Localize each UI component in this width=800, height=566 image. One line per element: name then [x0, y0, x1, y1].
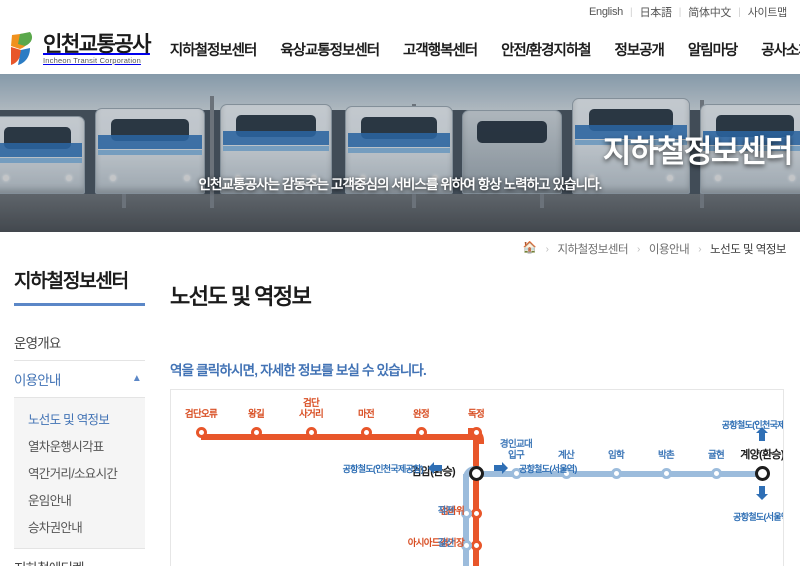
station-asiad-stadium-label: 아시아드경기장	[407, 538, 465, 550]
nav-information-disclosure[interactable]: 정보공개	[603, 39, 676, 60]
station-imhak-label: 임학	[607, 450, 625, 462]
line1-horizontal-track	[201, 433, 476, 440]
station-wanggil[interactable]	[250, 426, 262, 438]
station-gulhyeon[interactable]	[710, 467, 722, 479]
link-airport-railroad-seoul-station-down-label[interactable]: 공항철도(서울역)	[733, 510, 783, 523]
sidebar-item-subway-etiquette[interactable]: 지하철에티켓	[14, 549, 145, 566]
station-gyesan-label: 계산	[557, 450, 575, 462]
sidebar: 지하철정보센터 운영개요 이용안내 ▲ 노선도 및 역정보 열차운행시각표 역간…	[0, 258, 155, 566]
station-wanggil-label: 왕길	[247, 409, 265, 421]
sidebar-subitem-ticket-guide[interactable]: 승차권안내	[14, 513, 145, 540]
sidebar-item-usage-guide[interactable]: 이용안내 ▲	[14, 361, 145, 398]
chevron-up-icon: ▲	[131, 373, 142, 384]
link-airport-railroad-seoul-station-down-arrow-icon	[755, 485, 769, 501]
site-logo[interactable]: 인천교통공사 Incheon Transit Corporation	[0, 32, 151, 66]
sidebar-title-rule	[14, 303, 145, 306]
subway-route-map[interactable]: 검단오류왕길검단사거리마전완정독정검암(환승)검바위아시아드경기장서구청가정가정…	[170, 389, 784, 566]
main-content: 노선도 및 역정보 역을 클릭하시면, 자세한 정보를 보실 수 있습니다. 검…	[168, 258, 800, 566]
station-gyeyang-transfer-label: 계양(환승)	[740, 449, 784, 462]
nav-notice-board[interactable]: 알림마당	[676, 39, 749, 60]
site-header: 인천교통공사 Incheon Transit Corporation 지하철정보…	[0, 24, 800, 74]
link-airport-railroad-seoul-station-right-arrow-icon	[493, 461, 509, 475]
logo-text: 인천교통공사 Incheon Transit Corporation	[43, 32, 151, 65]
page-title: 노선도 및 역정보	[170, 283, 312, 309]
breadcrumb-item-current: 노선도 및 역정보	[710, 244, 786, 256]
station-dokjeong-label: 독정	[467, 409, 485, 421]
nav-road-traffic-info-center[interactable]: 육상교통정보센터	[268, 39, 391, 60]
breadcrumb-separator: ›	[637, 243, 640, 255]
logo-english-name: Incheon Transit Corporation	[43, 55, 141, 65]
sidebar-subitem-train-timetable[interactable]: 열차운행시각표	[14, 432, 145, 459]
nav-subway-info-center[interactable]: 지하철정보센터	[158, 39, 268, 60]
sidebar-item-label: 운영개요	[14, 336, 61, 351]
logo-mark-icon	[8, 32, 38, 66]
station-geomdan-oryu[interactable]	[195, 426, 207, 438]
lang-japanese[interactable]: 日本語	[633, 4, 679, 20]
station-wanjeong[interactable]	[415, 426, 427, 438]
sidebar-submenu: 노선도 및 역정보 열차운행시각표 역간거리/소요시간 운임안내 승차권안내	[14, 398, 145, 549]
nav-customer-happiness-center[interactable]: 고객행복센터	[391, 39, 489, 60]
sidebar-subitem-route-map-station-info[interactable]: 노선도 및 역정보	[14, 405, 145, 432]
station-jakjeon-label: 작전	[437, 506, 455, 518]
station-geomdan-sageori[interactable]	[305, 426, 317, 438]
hero-banner: 지하철정보센터 인천교통공사는 감동주는 고객중심의 서비스를 위하여 항상 노…	[0, 74, 800, 232]
station-geomdan-sageori-label: 검단 사거리	[298, 398, 324, 421]
utility-bar: English | 日本語 | 简体中文 | 사이트맵	[0, 0, 800, 24]
station-galsan-label: 갈산	[437, 538, 455, 550]
station-majeon[interactable]	[360, 426, 372, 438]
line2-vertical-track	[463, 474, 469, 566]
station-dokjeong[interactable]	[470, 426, 482, 438]
station-imhak[interactable]	[610, 467, 622, 479]
sidebar-item-label: 이용안내	[14, 373, 61, 388]
sitemap[interactable]: 사이트맵	[741, 4, 794, 20]
link-airport-railroad-incheon-airport-up-label[interactable]: 공항철도(인천국제공항)	[722, 418, 783, 431]
hero-title: 지하철정보센터	[602, 134, 794, 169]
lang-english[interactable]: English	[582, 6, 630, 18]
station-gulhyeon-label: 귤현	[707, 450, 725, 462]
sidebar-item-label: 지하철에티켓	[14, 557, 85, 566]
sidebar-subitem-fare-guide[interactable]: 운임안내	[14, 486, 145, 513]
station-asiad-stadium[interactable]	[470, 539, 482, 551]
link-airport-railroad-incheon-airport-left-label[interactable]: 공항철도(인천국제공항)	[343, 462, 424, 475]
station-gyeongin-univ-entrance-label: 경인교대 입구	[499, 439, 533, 462]
breadcrumb-item-1[interactable]: 이용안내	[649, 241, 690, 257]
station-geomam-transfer[interactable]	[468, 465, 484, 481]
station-gyeyang-transfer[interactable]	[754, 465, 770, 481]
sidebar-title: 지하철정보센터	[14, 271, 129, 292]
station-bakchon-label: 박촌	[657, 450, 675, 462]
station-bakchon[interactable]	[660, 467, 672, 479]
link-airport-railroad-incheon-airport-left-arrow-icon	[427, 461, 443, 475]
hero-subtitle-wrap: 인천교통공사는 감동주는 고객중심의 서비스를 위하여 항상 노력하고 있습니다…	[0, 173, 800, 194]
breadcrumb-separator: ›	[698, 243, 702, 255]
nav-safety-environment-subway[interactable]: 안전/환경지하철	[489, 39, 602, 60]
sidebar-subitem-distance-time[interactable]: 역간거리/소요시간	[14, 459, 145, 486]
global-navigation: 지하철정보센터 육상교통정보센터 고객행복센터 안전/환경지하철 정보공개 알림…	[158, 39, 800, 60]
logo-korean-name: 인천교통공사	[43, 32, 151, 56]
sidebar-menu: 운영개요 이용안내 ▲ 노선도 및 역정보 열차운행시각표 역간거리/소요시간 …	[0, 324, 155, 566]
home-icon[interactable]: 🏠	[523, 243, 537, 255]
lang-chinese[interactable]: 简体中文	[681, 4, 738, 20]
sidebar-item-operation-overview[interactable]: 운영개요	[14, 324, 145, 361]
hero-subtitle: 인천교통공사는 감동주는 고객중심의 서비스를 위하여 항상 노력하고 있습니다…	[198, 177, 603, 192]
station-geombawi[interactable]	[470, 507, 482, 519]
page-root: English | 日本語 | 简体中文 | 사이트맵 인천교통공사 Inche…	[0, 0, 800, 566]
breadcrumb: 🏠 › 지하철정보센터 › 이용안내 › 노선도 및 역정보	[523, 238, 787, 260]
breadcrumb-separator: ›	[545, 243, 549, 255]
content-area: 지하철정보센터 운영개요 이용안내 ▲ 노선도 및 역정보 열차운행시각표 역간…	[0, 258, 800, 566]
nav-about-corporation[interactable]: 공사소개	[749, 39, 800, 60]
notice-text: 역을 클릭하시면, 자세한 정보를 보실 수 있습니다.	[170, 363, 427, 379]
station-geomdan-oryu-label: 검단오류	[184, 409, 218, 421]
station-majeon-label: 마전	[357, 409, 375, 421]
station-wanjeong-label: 완정	[412, 409, 430, 421]
breadcrumb-item-0[interactable]: 지하철정보센터	[557, 241, 628, 257]
link-airport-railroad-seoul-station-right-label[interactable]: 공항철도(서울역)	[519, 462, 577, 475]
